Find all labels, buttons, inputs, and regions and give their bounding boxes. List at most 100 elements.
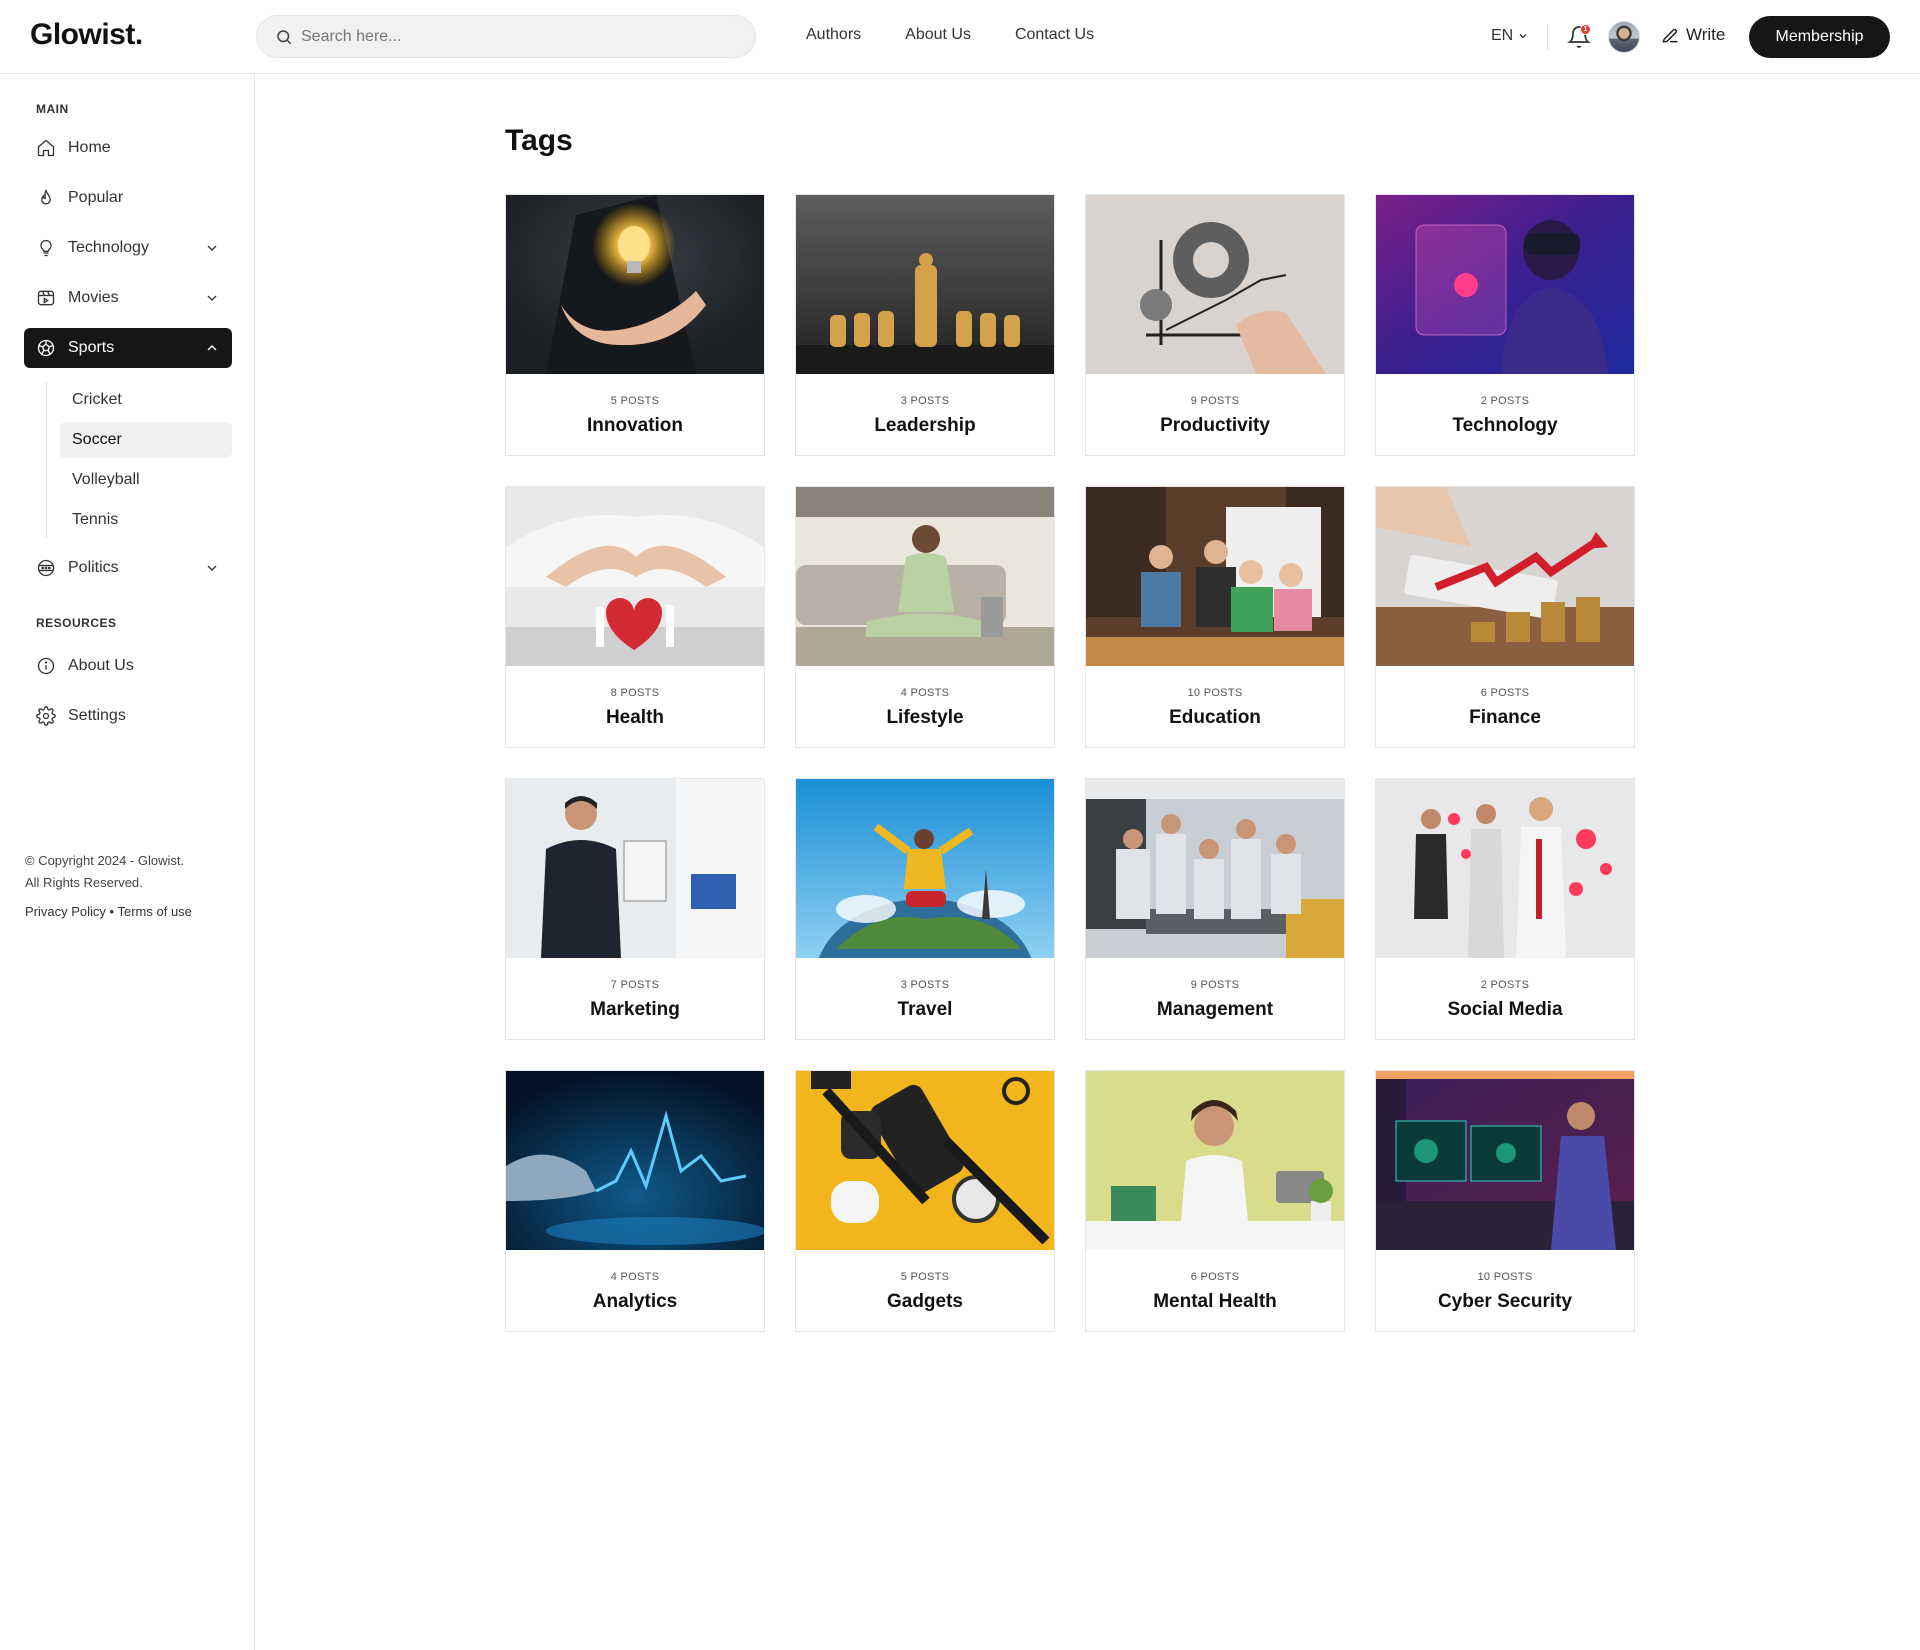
sidebar-item-sports[interactable]: Sports	[24, 328, 232, 368]
tag-card-marketing[interactable]: 7 POSTS Marketing	[505, 778, 765, 1040]
write-button[interactable]: Write	[1660, 25, 1725, 45]
tag-name: Finance	[1469, 707, 1541, 728]
privacy-policy-link[interactable]: Privacy Policy	[25, 904, 106, 919]
sidebar-subitem-cricket[interactable]: Cricket	[60, 382, 232, 418]
copyright-line: © Copyright 2024 - Glowist.	[25, 853, 185, 868]
innovation-thumbnail	[506, 195, 764, 374]
leadership-thumbnail	[796, 195, 1054, 374]
sidebar-item-label: Popular	[68, 189, 124, 206]
rights-line: All Rights Reserved.	[25, 875, 143, 890]
tag-card-productivity[interactable]: 9 POSTS Productivity	[1085, 194, 1345, 456]
write-label: Write	[1686, 25, 1726, 44]
nav-about-us[interactable]: About Us	[905, 26, 971, 44]
marketing-thumbnail	[506, 779, 764, 958]
user-avatar[interactable]	[1608, 21, 1640, 53]
tag-name: Mental Health	[1153, 1291, 1277, 1312]
chevron-down-icon	[207, 565, 217, 571]
tag-card-travel[interactable]: 3 POSTS Travel	[795, 778, 1055, 1040]
submenu-line	[46, 382, 47, 538]
tag-name: Gadgets	[886, 1291, 964, 1312]
tag-card-management[interactable]: 9 POSTS Management	[1085, 778, 1345, 1040]
tag-post-count: 5 POSTS	[900, 1271, 950, 1283]
membership-button[interactable]: Membership	[1749, 16, 1890, 58]
sidebar-item-about-us[interactable]: About Us	[24, 646, 232, 686]
sidebar-item-label: Sports	[68, 339, 115, 356]
tag-card-lifestyle[interactable]: 4 POSTS Lifestyle	[795, 486, 1055, 748]
tag-card-cyber-security[interactable]: 10 POSTS Cyber Security	[1375, 1070, 1635, 1332]
tag-card-mental-health[interactable]: 6 POSTS Mental Health	[1085, 1070, 1345, 1332]
tag-card-finance[interactable]: 6 POSTS Finance	[1375, 486, 1635, 748]
analytics-thumbnail	[506, 1071, 764, 1250]
mental-health-thumbnail	[1086, 1071, 1344, 1250]
bulb-icon	[40, 239, 52, 257]
notification-badge: 1	[1580, 24, 1591, 35]
tag-post-count: 6 POSTS	[1480, 687, 1530, 699]
travel-thumbnail	[796, 779, 1054, 958]
sidebar-item-movies[interactable]: Movies	[24, 278, 232, 318]
lifestyle-thumbnail	[796, 487, 1054, 666]
sidebar-item-home[interactable]: Home	[24, 128, 232, 168]
tag-post-count: 5 POSTS	[610, 395, 660, 407]
sidebar-item-technology[interactable]: Technology	[24, 228, 232, 268]
footer-separator: •	[109, 904, 115, 919]
home-icon	[37, 139, 55, 157]
language-selector[interactable]: EN	[1491, 27, 1529, 45]
header-divider	[1547, 24, 1548, 50]
tag-name: Analytics	[592, 1291, 678, 1312]
tag-name: Leadership	[874, 415, 976, 436]
tag-card-technology[interactable]: 2 POSTS Technology	[1375, 194, 1635, 456]
sidebar-item-settings[interactable]: Settings	[24, 696, 232, 736]
tag-card-social-media[interactable]: 2 POSTS Social Media	[1375, 778, 1635, 1040]
tag-post-count: 10 POSTS	[1477, 1271, 1533, 1283]
tag-post-count: 3 POSTS	[900, 979, 950, 991]
sidebar-subitem-soccer[interactable]: Soccer	[60, 422, 232, 458]
tag-card-leadership[interactable]: 3 POSTS Leadership	[795, 194, 1055, 456]
sidebar: MAIN Home Popular Technology Movies Spor…	[0, 74, 255, 1650]
language-label: EN	[1491, 27, 1514, 44]
education-thumbnail	[1086, 487, 1344, 666]
politics-icon	[37, 559, 55, 577]
social-media-thumbnail	[1376, 779, 1634, 958]
tag-name: Cyber Security	[1437, 1291, 1573, 1312]
tag-name: Health	[605, 707, 665, 728]
tag-post-count: 4 POSTS	[610, 1271, 660, 1283]
tag-name: Marketing	[590, 999, 680, 1020]
chevron-up-icon	[207, 345, 217, 351]
tag-post-count: 2 POSTS	[1480, 395, 1530, 407]
sidebar-item-politics[interactable]: Politics	[24, 548, 232, 588]
gear-icon	[36, 706, 56, 726]
sidebar-subitem-volleyball[interactable]: Volleyball	[60, 462, 232, 498]
tag-card-health[interactable]: 8 POSTS Health	[505, 486, 765, 748]
finance-thumbnail	[1376, 487, 1634, 666]
tag-card-innovation[interactable]: 5 POSTS Innovation	[505, 194, 765, 456]
tag-card-analytics[interactable]: 4 POSTS Analytics	[505, 1070, 765, 1332]
page-title: Tags	[505, 124, 573, 157]
technology-thumbnail	[1376, 195, 1634, 374]
tag-name: Lifestyle	[886, 707, 964, 728]
film-icon	[37, 290, 55, 306]
nav-contact-us[interactable]: Contact Us	[1015, 26, 1094, 44]
top-header: Glowist. Authors About Us Contact Us EN …	[0, 0, 1920, 74]
section-title-main: MAIN	[36, 102, 69, 116]
search-bar[interactable]	[256, 15, 756, 58]
sidebar-item-popular[interactable]: Popular	[24, 178, 232, 218]
logo[interactable]: Glowist.	[30, 18, 143, 52]
sidebar-item-label: About Us	[68, 657, 134, 674]
sidebar-item-label: Politics	[68, 559, 119, 576]
chevron-down-icon	[207, 245, 217, 251]
tag-post-count: 2 POSTS	[1480, 979, 1530, 991]
tag-name: Productivity	[1160, 415, 1270, 436]
health-thumbnail	[506, 487, 764, 666]
terms-of-use-link[interactable]: Terms of use	[118, 904, 192, 919]
tag-name: Innovation	[586, 415, 684, 436]
tag-post-count: 4 POSTS	[900, 687, 950, 699]
search-input[interactable]	[301, 16, 741, 57]
tag-card-education[interactable]: 10 POSTS Education	[1085, 486, 1345, 748]
sidebar-item-label: Movies	[68, 289, 119, 306]
tag-card-gadgets[interactable]: 5 POSTS Gadgets	[795, 1070, 1055, 1332]
tag-name: Travel	[897, 999, 953, 1020]
management-thumbnail	[1086, 779, 1344, 958]
nav-authors[interactable]: Authors	[806, 26, 861, 44]
sidebar-subitem-tennis[interactable]: Tennis	[60, 502, 232, 538]
tag-post-count: 9 POSTS	[1190, 395, 1240, 407]
